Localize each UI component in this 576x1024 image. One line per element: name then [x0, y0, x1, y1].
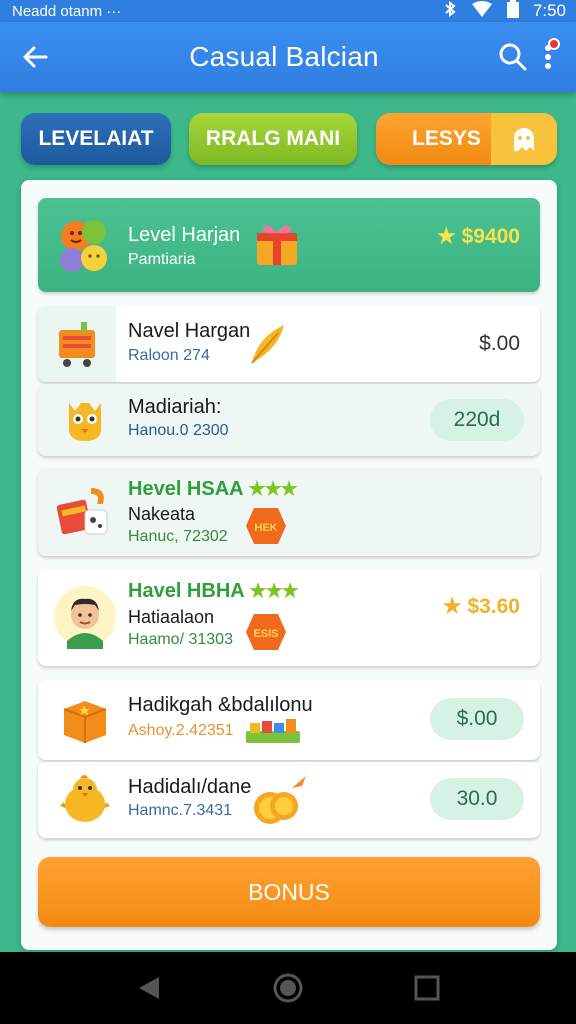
- rating-stars: ★★★: [249, 581, 299, 602]
- price-pill[interactable]: 220d: [430, 399, 524, 441]
- row-title: Madiariah:: [128, 396, 222, 418]
- nav-recents-button[interactable]: [397, 958, 457, 1018]
- row-price: $.00: [479, 332, 520, 355]
- gold-coins-icon: [248, 774, 310, 828]
- search-button[interactable]: [498, 42, 528, 72]
- orange-cube-icon: [52, 687, 118, 753]
- nav-back-button[interactable]: [119, 958, 179, 1018]
- row-subtitle: Pamtiaria: [128, 251, 196, 268]
- gift-box-icon: [252, 220, 302, 270]
- row-subtitle: Hanou.0 2300: [128, 422, 229, 439]
- list-item-featured[interactable]: Level Harjan Pamtiaria ★ $9400: [38, 198, 540, 292]
- gift-hook-icon: [52, 479, 118, 545]
- status-left-text: Neadd otanm ···: [12, 2, 122, 20]
- feather-icon: [246, 322, 290, 366]
- tab-label: LESYS: [412, 127, 481, 150]
- back-button[interactable]: [0, 22, 70, 92]
- row-subtitle: Ashoy.2.42351: [128, 722, 234, 739]
- list-item[interactable]: Madiariah: Hanou.0 2300 220d: [38, 384, 540, 456]
- row-title-text: Hevel HSAA: [128, 478, 243, 500]
- rating-stars: ★★★: [248, 479, 297, 500]
- row-subtitle: Hamnc.7.3431: [128, 802, 233, 819]
- row-subtitle: Hanuc, 72302: [128, 528, 228, 545]
- row-title-line2: Nakeata: [128, 504, 196, 524]
- price-pill[interactable]: 30.0: [430, 778, 524, 820]
- ghost-icon: [491, 113, 557, 165]
- row-title: Level Harjan: [128, 224, 241, 246]
- wifi-icon: [471, 0, 493, 22]
- chick-icon: [52, 766, 118, 832]
- star-icon: ★: [442, 595, 462, 618]
- app-bar: Casual Balcian: [0, 22, 576, 92]
- row-price: ★ $3.60: [443, 594, 520, 619]
- row-title: Havel HBHA ★★★: [128, 580, 299, 603]
- badge-hex-icon: ESIS: [244, 610, 288, 654]
- nav-home-button[interactable]: [258, 958, 318, 1018]
- tab-rralg-mani[interactable]: RRALG MANI: [189, 113, 357, 165]
- badge-text: ESIS: [253, 628, 278, 640]
- price-value: $9400: [461, 225, 520, 248]
- tab-row: LEVELAIAT RRALG MANI LESYS: [21, 113, 557, 165]
- price-pill[interactable]: $.00: [430, 698, 524, 740]
- list-item[interactable]: Hevel HSAA ★★★ Nakeata Hanuc, 72302 HEK: [38, 468, 540, 556]
- list-item[interactable]: Havel HBHA ★★★ Hatiaalaon Haamo/ 31303 E…: [38, 570, 540, 666]
- nav-recents-icon: [414, 975, 440, 1001]
- avatar-boy-icon: [52, 584, 118, 650]
- row-price: ★ $9400: [437, 224, 520, 249]
- badge-hex-icon: HEK: [244, 504, 288, 548]
- row-title-text: Havel HBHA: [128, 580, 244, 602]
- app-title: Casual Balcian: [189, 41, 379, 72]
- more-button[interactable]: [544, 38, 560, 70]
- shopping-cart-icon: [38, 306, 116, 382]
- list-item[interactable]: Hadidalı/dane Hamnc.7.3431 30.0: [38, 762, 540, 838]
- bluetooth-icon: [443, 0, 457, 22]
- status-right: 7:50: [443, 0, 566, 23]
- tab-levelaiat[interactable]: LEVELAIAT: [21, 113, 171, 165]
- owl-mask-icon: [52, 387, 118, 453]
- row-subtitle: Haamo/ 31303: [128, 631, 233, 648]
- row-title-line2: Hatiaalaon: [128, 607, 215, 627]
- bonus-button[interactable]: BONUS: [38, 857, 540, 927]
- row-title: Hadidalı/dane: [128, 776, 252, 798]
- star-icon: ★: [436, 225, 456, 248]
- row-title: Hevel HSAA ★★★: [128, 478, 298, 501]
- notification-dot: [548, 38, 560, 50]
- item-list-panel: Level Harjan Pamtiaria ★ $9400 Navel Har…: [21, 180, 557, 950]
- list-item[interactable]: Hadikgah &bdalılonu Ashoy.2.42351 $.00: [38, 680, 540, 760]
- battery-icon: [506, 0, 519, 23]
- app-actions: [498, 38, 576, 72]
- tab-label: RRALG MANI: [205, 127, 341, 150]
- list-item[interactable]: Navel Hargan Raloon 274 $.00: [38, 306, 540, 382]
- search-icon: [499, 43, 527, 71]
- row-title: Navel Hargan: [128, 320, 251, 342]
- nav-back-icon: [139, 977, 160, 999]
- price-value: $3.60: [467, 595, 520, 618]
- status-bar: Neadd otanm ··· 7:50: [0, 0, 576, 22]
- arrow-left-icon: [23, 46, 48, 68]
- status-time: 7:50: [532, 1, 566, 20]
- tab-lesys[interactable]: LESYS: [376, 113, 557, 165]
- building-blocks-icon: [244, 714, 302, 748]
- badge-text: HEK: [254, 522, 277, 534]
- tab-label: LEVELAIAT: [38, 127, 154, 150]
- system-nav-bar: [0, 952, 576, 1024]
- nav-home-icon: [273, 973, 303, 1003]
- fruit-bundle-icon: [52, 212, 118, 278]
- row-subtitle: Raloon 274: [128, 347, 210, 364]
